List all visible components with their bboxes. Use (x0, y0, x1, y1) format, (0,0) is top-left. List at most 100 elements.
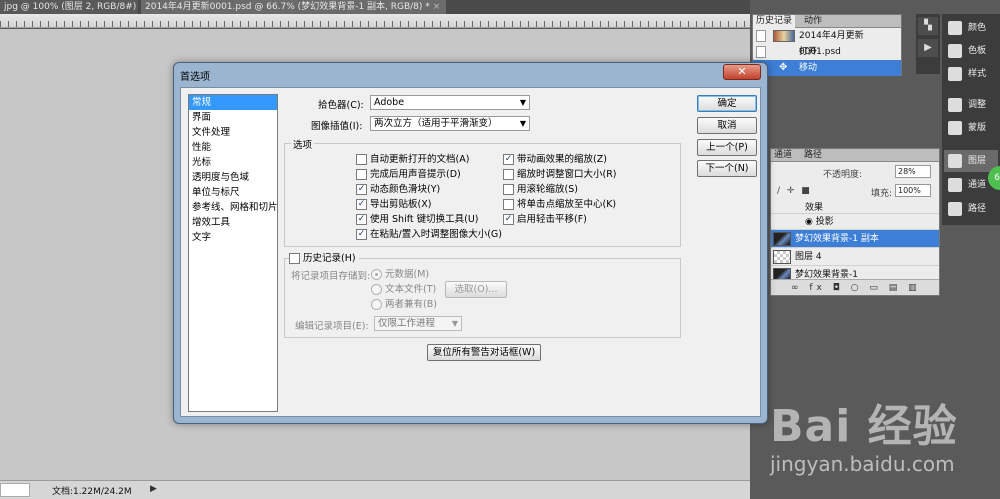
category-item[interactable]: 增效工具 (189, 215, 277, 230)
category-item[interactable]: 文字 (189, 230, 277, 245)
checkbox-history-log[interactable]: 历史记录(H) (289, 252, 359, 265)
color-picker-value: Adobe (374, 97, 405, 108)
category-item[interactable]: 界面 (189, 110, 277, 125)
category-item[interactable]: 文件处理 (189, 125, 277, 140)
opacity-label: 不透明度: (823, 170, 863, 180)
check-icon[interactable]: ✓ (356, 199, 367, 210)
choose-button[interactable]: 选取(O)... (445, 281, 507, 298)
category-item[interactable]: 透明度与色域 (189, 170, 277, 185)
category-item[interactable]: 光标 (189, 155, 277, 170)
checkbox-zoom-resizes-window[interactable]: 缩放时调整窗口大小(R) (503, 168, 617, 181)
history-item-label: 移动 (799, 63, 818, 73)
tab-actions[interactable]: 动作 (801, 15, 825, 28)
move-icon: ✥ (779, 62, 788, 73)
layer-effects-row[interactable]: 效果 (771, 202, 939, 214)
checkbox-box[interactable] (503, 169, 514, 180)
radio-dot[interactable] (371, 269, 382, 280)
status-bar: 文档:1.22M/24.2M ▶ (0, 480, 750, 499)
checkbox-box[interactable] (503, 199, 514, 210)
reset-warnings-button[interactable]: 复位所有警告对话框(W) (427, 344, 541, 361)
panel-button-label: 通道 (968, 180, 987, 190)
checkbox-beep[interactable]: 完成后用声音提示(D) (356, 168, 461, 181)
panel-button-adjustments[interactable]: 调整 (944, 94, 998, 116)
check-icon[interactable]: ✓ (356, 214, 367, 225)
close-icon[interactable]: × (433, 2, 441, 12)
panel-button-swatches[interactable]: 色板 (944, 40, 998, 62)
tab-history[interactable]: 历史记录 (753, 15, 796, 28)
lock-icons[interactable]: ∕ ✛ ■ (777, 186, 812, 196)
fill-input[interactable]: 100% (895, 184, 931, 197)
checkbox-box[interactable] (503, 184, 514, 195)
zoom-field[interactable] (0, 483, 30, 497)
panel-button-color[interactable]: 颜色 (944, 17, 998, 39)
document-tab[interactable]: 2014年4月更新0001.psd @ 66.7% (梦幻效果背景-1 副本, … (141, 0, 446, 14)
checkbox-flick-panning[interactable]: ✓ 启用轻击平移(F) (503, 213, 587, 226)
panel-button-styles[interactable]: 样式 (944, 63, 998, 85)
next-button[interactable]: 下一个(N) (697, 160, 757, 177)
panel-button-masks[interactable]: 蒙版 (944, 117, 998, 139)
tab-paths[interactable]: 路径 (801, 149, 825, 162)
layer-row[interactable]: 梦幻效果背景-1 副本 (771, 230, 939, 248)
checkbox-auto-update[interactable]: 自动更新打开的文档(A) (356, 153, 469, 166)
checkbox-box[interactable] (356, 154, 367, 165)
horizontal-ruler (0, 14, 750, 28)
checkbox-box[interactable] (356, 169, 367, 180)
cancel-button[interactable]: 取消 (697, 117, 757, 134)
layer-effect-drop-shadow[interactable]: ◉ 投影 (771, 214, 939, 230)
layers-footer-toolbar[interactable]: ∞ fx ◘ ○ ▭ ▤ ▥ (771, 279, 939, 295)
edit-log-items-label: 编辑记录项目(E): (295, 321, 369, 332)
layer-row[interactable]: 图层 4 (771, 248, 939, 266)
checkbox-shift-tool-switch[interactable]: ✓ 使用 Shift 键切换工具(U) (356, 213, 479, 226)
actions-panel-icon[interactable]: ▶ (918, 39, 938, 57)
panel-button-paths[interactable]: 路径 (944, 198, 998, 220)
status-menu-arrow-icon[interactable]: ▶ (150, 484, 157, 494)
check-icon[interactable]: ✓ (356, 229, 367, 240)
checkbox-box[interactable] (289, 253, 300, 264)
category-item[interactable]: 参考线、网格和切片 (189, 200, 278, 215)
history-item-move[interactable]: ✥ 移动 (753, 60, 901, 76)
tab-channels[interactable]: 通道 (771, 149, 795, 162)
color-picker-select[interactable]: Adobe ▼ (370, 95, 530, 110)
radio-metadata[interactable]: 元数据(M) (371, 268, 429, 281)
masks-icon (948, 121, 962, 135)
document-tab[interactable]: jpg @ 100% (图层 2, RGB/8#) *× (0, 0, 138, 14)
panel-button-layers[interactable]: 图层 (944, 150, 998, 172)
layers-panel-tabs: 通道 路径 (771, 149, 939, 162)
checkbox-resize-on-paste[interactable]: ✓ 在粘贴/置入时调整图像大小(G) (356, 228, 502, 241)
dialog-titlebar[interactable]: 首选项 ✕ (174, 63, 767, 85)
history-panel-icon[interactable]: ▚ (918, 17, 938, 35)
edit-log-items-select[interactable]: 仅限工作进程 ▼ (374, 316, 462, 331)
panel-button-label: 样式 (968, 69, 987, 79)
checkbox-scroll-wheel-zoom[interactable]: 用滚轮缩放(S) (503, 183, 578, 196)
document-tab-label: 2014年4月更新0001.psd @ 66.7% (梦幻效果背景-1 副本, … (145, 2, 430, 12)
prev-button[interactable]: 上一个(P) (697, 139, 757, 156)
ok-button[interactable]: 确定 (697, 95, 757, 112)
checkbox-label: 缩放时调整窗口大小(R) (517, 169, 617, 180)
panel-button-label: 颜色 (968, 23, 987, 33)
opacity-input[interactable]: 28% (895, 165, 931, 178)
check-icon[interactable]: ✓ (503, 154, 514, 165)
radio-dot[interactable] (371, 299, 382, 310)
document-tab-label: jpg @ 100% (图层 2, RGB/8#) * (4, 2, 138, 12)
checkbox-zoom-clicked-point[interactable]: 将单击点缩放至中心(K) (503, 198, 616, 211)
history-source-checkbox[interactable] (756, 30, 766, 42)
category-item[interactable]: 常规 (189, 95, 277, 110)
checkbox-dynamic-sliders[interactable]: ✓ 动态颜色滑块(Y) (356, 183, 440, 196)
history-item-open[interactable]: 打开 (753, 44, 901, 60)
history-source-checkbox[interactable] (756, 46, 766, 58)
category-item[interactable]: 单位与标尺 (189, 185, 277, 200)
radio-both[interactable]: 两者兼有(B) (371, 298, 437, 311)
category-item[interactable]: 性能 (189, 140, 277, 155)
check-icon[interactable]: ✓ (356, 184, 367, 195)
chevron-down-icon: ▼ (451, 319, 458, 328)
checkbox-animated-zoom[interactable]: ✓ 带动画效果的缩放(Z) (503, 153, 607, 166)
check-icon[interactable]: ✓ (503, 214, 514, 225)
history-snapshot[interactable]: 2014年4月更新0001.psd (753, 28, 901, 57)
eye-icon[interactable]: ◉ (805, 217, 816, 227)
close-button[interactable]: ✕ (723, 64, 761, 80)
checkbox-export-clipboard[interactable]: ✓ 导出剪贴板(X) (356, 198, 431, 211)
radio-dot[interactable] (371, 284, 382, 295)
layer-label: 效果 (805, 203, 824, 213)
radio-text-file[interactable]: 文本文件(T) (371, 283, 436, 296)
interpolation-select[interactable]: 两次立方（适用于平滑渐变） ▼ (370, 116, 530, 131)
